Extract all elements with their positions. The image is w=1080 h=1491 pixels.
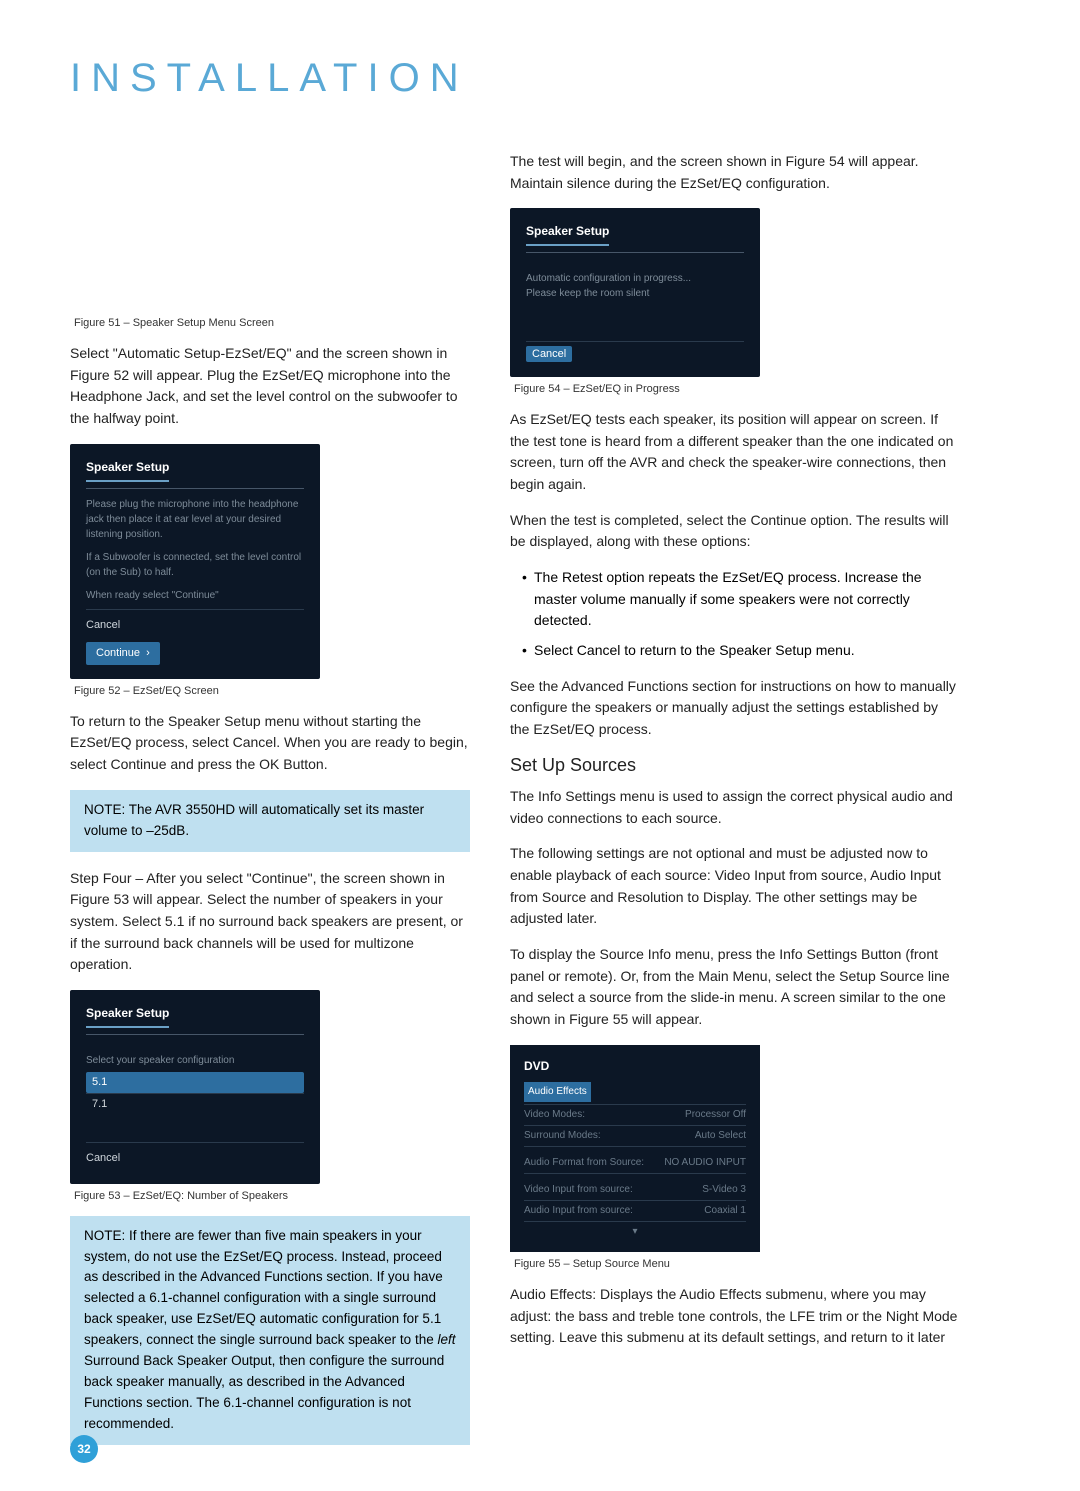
- content-columns: Figure 51 – Speaker Setup Menu Screen Se…: [70, 151, 1010, 1461]
- fig55-audioin-val: Coaxial 1: [704, 1203, 746, 1219]
- fig55-video-modes-val: Processor Off: [685, 1107, 746, 1123]
- fig55-audioin-label: Audio Input from source:: [524, 1203, 633, 1219]
- figure-53: Speaker Setup Select your speaker config…: [70, 990, 470, 1184]
- fig52-line2: If a Subwoofer is connected, set the lev…: [86, 550, 304, 580]
- left-column: Figure 51 – Speaker Setup Menu Screen Se…: [70, 151, 470, 1461]
- figure-51-caption: Figure 51 – Speaker Setup Menu Screen: [74, 317, 470, 329]
- fig54-cancel: Cancel: [526, 346, 572, 362]
- fig52-line3: When ready select "Continue": [86, 588, 304, 603]
- fig53-cancel: Cancel: [86, 1147, 120, 1170]
- fig54-screen: Speaker Setup Automatic configuration in…: [510, 208, 760, 377]
- fig53-header: Speaker Setup: [86, 1004, 169, 1028]
- figure-54: Speaker Setup Automatic configuration in…: [510, 208, 960, 377]
- fig55-surround-label: Surround Modes:: [524, 1128, 601, 1144]
- fig53-screen: Speaker Setup Select your speaker config…: [70, 990, 320, 1184]
- fig55-audiofmt-label: Audio Format from Source:: [524, 1155, 644, 1171]
- paragraph-test-begin: The test will begin, and the screen show…: [510, 151, 960, 194]
- note-fewer-speakers: NOTE: If there are fewer than five main …: [70, 1216, 470, 1445]
- paragraph-ezset-tests: As EzSet/EQ tests each speaker, its posi…: [510, 409, 960, 496]
- note2-lead: NOTE:: [84, 1228, 125, 1243]
- note2-body-a: If there are fewer than five main speake…: [84, 1228, 443, 1348]
- note1-lead: NOTE:: [84, 802, 125, 817]
- fig53-prompt: Select your speaker configuration: [86, 1053, 304, 1068]
- figure-55: DVD Audio Effects Video Modes: Processor …: [510, 1045, 960, 1252]
- figure-52: Speaker Setup Please plug the microphone…: [70, 444, 470, 679]
- fig54-line1: Automatic configuration in progress...: [526, 271, 744, 286]
- fig55-audiofmt-val: NO AUDIO INPUT: [664, 1155, 746, 1171]
- page-number-badge: 32: [70, 1435, 98, 1463]
- options-list: The Retest option repeats the EzSet/EQ p…: [510, 567, 960, 662]
- fig52-header: Speaker Setup: [86, 458, 169, 482]
- figure-51-placeholder: [70, 151, 470, 311]
- note2-left-word: left: [437, 1332, 455, 1347]
- paragraph-display-source: To display the Source Info menu, press t…: [510, 944, 960, 1031]
- fig55-screen: DVD Audio Effects Video Modes: Processor …: [510, 1045, 760, 1252]
- fig52-line1: Please plug the microphone into the head…: [86, 497, 304, 542]
- fig52-footer: Cancel Continue ›: [86, 609, 304, 665]
- fig55-title: DVD: [524, 1057, 746, 1076]
- figure-52-caption: Figure 52 – EzSet/EQ Screen: [74, 685, 470, 697]
- paragraph-select-auto: Select "Automatic Setup-EzSet/EQ" and th…: [70, 343, 470, 430]
- step4-lead: Step Four –: [70, 870, 143, 886]
- paragraph-audio-effects: Audio Effects: Displays the Audio Effect…: [510, 1284, 960, 1349]
- note-master-volume: NOTE: The AVR 3550HD will automatically …: [70, 790, 470, 852]
- note2-body-b: Surround Back Speaker Output, then confi…: [84, 1353, 444, 1431]
- figure-53-caption: Figure 53 – EzSet/EQ: Number of Speakers: [74, 1190, 470, 1202]
- paragraph-test-complete: When the test is completed, select the C…: [510, 510, 960, 553]
- bullet-cancel: Select Cancel to return to the Speaker S…: [522, 640, 960, 662]
- paragraph-return: To return to the Speaker Setup menu with…: [70, 711, 470, 776]
- paragraph-advanced: See the Advanced Functions section for i…: [510, 676, 960, 741]
- fig54-line2: Please keep the room silent: [526, 286, 744, 301]
- fig55-videoin-label: Video Input from source:: [524, 1182, 633, 1198]
- page-title: INSTALLATION: [70, 56, 1010, 101]
- figure-55-caption: Figure 55 – Setup Source Menu: [514, 1258, 960, 1270]
- fig55-video-modes-label: Video Modes:: [524, 1107, 585, 1123]
- fig52-screen: Speaker Setup Please plug the microphone…: [70, 444, 320, 679]
- audio-effects-lead: Audio Effects:: [510, 1286, 596, 1302]
- fig55-videoin-val: S-Video 3: [702, 1182, 746, 1198]
- fig54-header: Speaker Setup: [526, 222, 609, 246]
- paragraph-not-optional: The following settings are not optional …: [510, 843, 960, 930]
- paragraph-info-settings: The Info Settings menu is used to assign…: [510, 786, 960, 829]
- note1-body: The AVR 3550HD will automatically set it…: [84, 802, 424, 838]
- fig55-audio-effects: Audio Effects: [524, 1082, 591, 1102]
- fig52-continue: Continue ›: [86, 642, 160, 665]
- heading-setup-sources: Set Up Sources: [510, 755, 960, 776]
- right-column: The test will begin, and the screen show…: [510, 151, 960, 1461]
- paragraph-step4: Step Four – After you select "Continue",…: [70, 868, 470, 976]
- fig53-opt-71: 7.1: [86, 1093, 304, 1115]
- fig55-scroll-arrow: ▾: [524, 1224, 746, 1240]
- manual-page: INSTALLATION Figure 51 – Speaker Setup M…: [0, 0, 1080, 1491]
- bullet-retest: The Retest option repeats the EzSet/EQ p…: [522, 567, 960, 632]
- fig53-opt-51: 5.1: [86, 1072, 304, 1093]
- fig55-surround-val: Auto Select: [695, 1128, 746, 1144]
- fig52-cancel: Cancel: [86, 614, 120, 637]
- figure-54-caption: Figure 54 – EzSet/EQ in Progress: [514, 383, 960, 395]
